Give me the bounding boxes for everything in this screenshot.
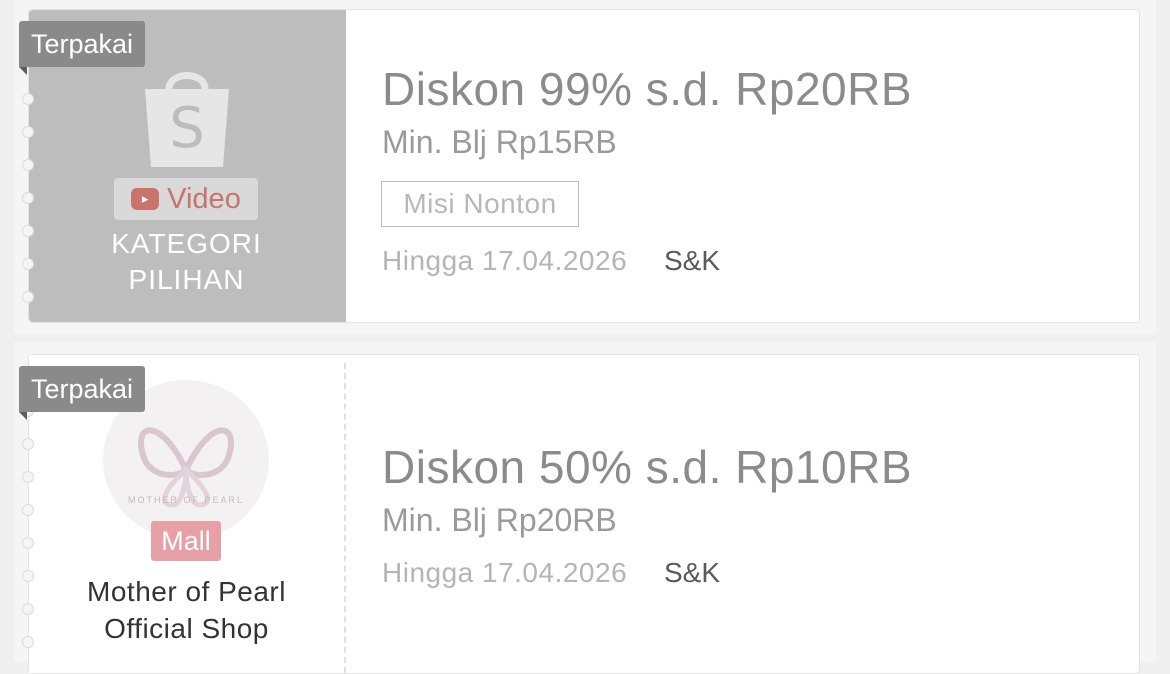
used-badge-label: Terpakai [31,29,134,59]
shop-name-line-2: Official Shop [104,613,269,644]
voucher-title: Diskon 50% s.d. Rp10RB [382,441,913,493]
terms-link[interactable]: S&K [664,245,720,277]
valid-until: Hingga 17.04.2026 [382,557,628,588]
mall-badge: Mall [151,521,221,561]
logo-caption: MOTHER OF PEARL [127,495,244,505]
video-badge: ▸ Video [114,178,258,220]
min-purchase: Min. Blj Rp20RB [382,502,617,538]
play-icon: ▸ [131,188,160,210]
terms-link[interactable]: S&K [664,557,720,589]
mission-tag: Misi Nonton [381,181,579,227]
video-label: Video [167,182,241,215]
svg-text:S: S [169,96,205,161]
shop-name-line-1: Mother of Pearl [87,576,286,607]
voucher-title: Diskon 99% s.d. Rp20RB [382,63,913,115]
used-badge: Terpakai [19,366,146,420]
used-badge: Terpakai [19,21,146,75]
valid-until: Hingga 17.04.2026 [382,245,628,276]
category-line-1: KATEGORI [111,228,262,259]
min-purchase: Min. Blj Rp15RB [382,124,617,160]
shopee-bag-icon: S [145,72,229,167]
category-line-2: PILIHAN [128,264,245,295]
used-badge-label: Terpakai [31,374,134,404]
shop-name: Mother of Pearl Official Shop [28,573,345,647]
